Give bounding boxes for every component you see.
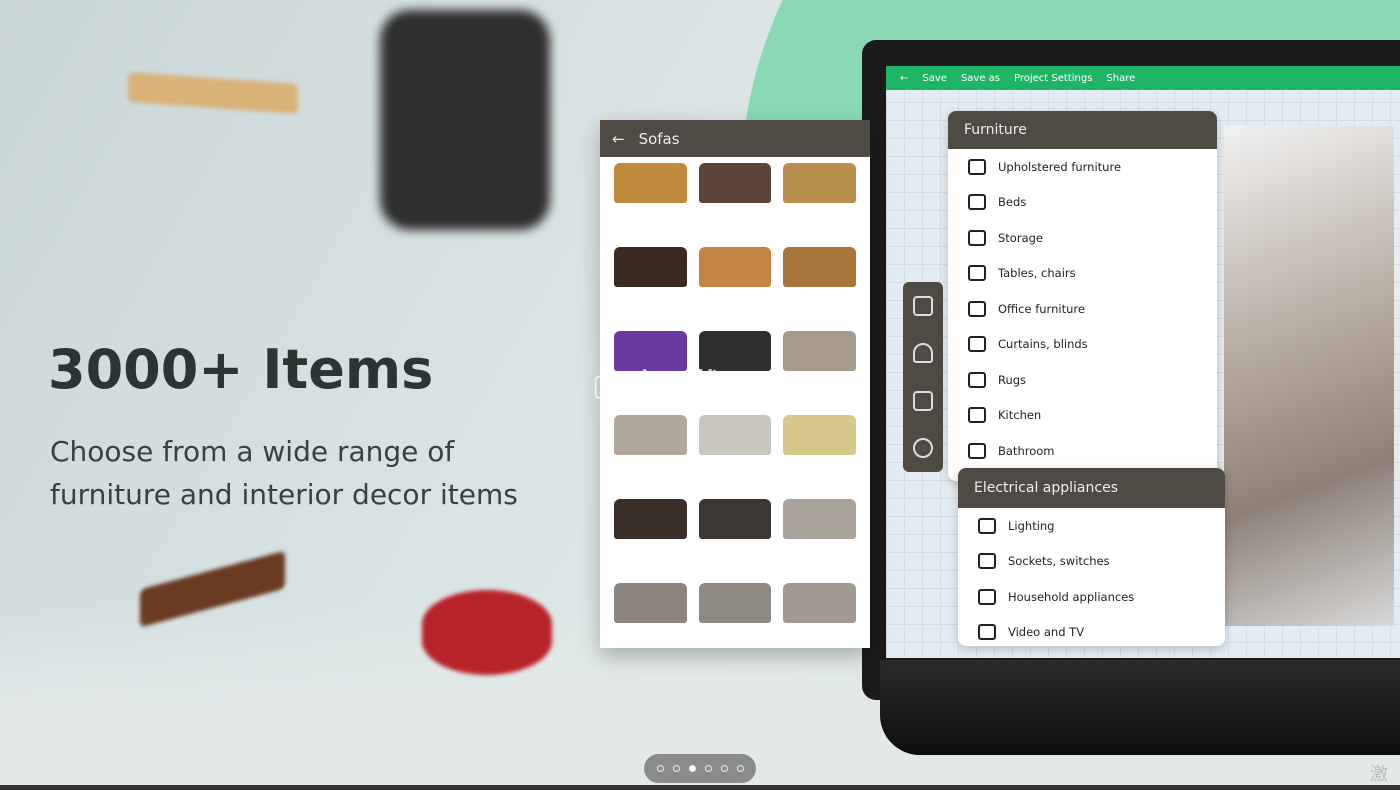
category-icon — [968, 407, 986, 424]
item-label: Kitchen — [998, 408, 1042, 423]
item-label: Bathroom — [998, 443, 1055, 458]
save-button[interactable]: Save — [922, 73, 947, 84]
category-icon — [978, 553, 996, 570]
category-icon — [978, 517, 996, 534]
sofa-thumbnail[interactable] — [614, 499, 687, 539]
item-label: Storage — [998, 230, 1043, 245]
category-icon — [968, 229, 986, 246]
sofa-thumbnail[interactable] — [614, 163, 687, 203]
sofa-thumbnail[interactable] — [783, 583, 856, 623]
laptop-keyboard — [880, 660, 1400, 755]
item-label: Household appliances — [1008, 589, 1135, 604]
headline: 3000+ Items — [48, 338, 434, 401]
sofa-thumbnail[interactable] — [698, 499, 772, 539]
carousel-dot[interactable] — [672, 765, 680, 772]
category-icon — [968, 300, 986, 317]
item-label: Tables, chairs — [998, 266, 1076, 281]
bottom-strip — [0, 785, 1400, 790]
category-icon — [968, 265, 986, 282]
furniture-item[interactable]: Beds — [948, 185, 1217, 221]
category-icon — [968, 194, 986, 211]
sofa-thumbnail[interactable] — [614, 415, 687, 455]
sofa-thumbnail[interactable] — [698, 583, 772, 623]
item-label: Office furniture — [998, 301, 1085, 316]
sofa-thumbnail[interactable] — [698, 247, 772, 287]
furniture-item[interactable]: Office furniture — [948, 291, 1217, 327]
sofa-thumbnail[interactable] — [698, 163, 772, 203]
window-icon[interactable] — [913, 343, 933, 364]
item-label: Curtains, blinds — [998, 337, 1088, 352]
item-label: Beds — [998, 195, 1027, 210]
project-settings-button[interactable]: Project Settings — [1014, 73, 1092, 84]
category-icon — [968, 442, 986, 459]
sofa-thumbnail[interactable] — [614, 583, 687, 623]
app-screen: ← Save Save as Project Settings Share Fu… — [886, 66, 1400, 658]
furniture-item[interactable]: Upholstered furniture — [948, 149, 1217, 185]
furniture-item[interactable]: Storage — [948, 220, 1217, 256]
carousel-indicator — [644, 754, 756, 783]
sofa-thumbnail[interactable] — [614, 247, 687, 287]
walls-icon[interactable] — [913, 295, 933, 316]
red-chair-image — [422, 590, 552, 675]
category-icon — [968, 371, 986, 388]
electrical-item[interactable]: Video and TV — [958, 615, 1225, 651]
carousel-dot[interactable] — [736, 765, 744, 772]
electrical-item[interactable]: Sockets, switches — [958, 544, 1225, 580]
3d-floorplan-render — [1224, 126, 1394, 626]
item-label: Rugs — [998, 372, 1027, 387]
tool-strip — [903, 282, 943, 472]
furniture-item[interactable]: Rugs — [948, 362, 1217, 398]
office-chair-image — [380, 10, 550, 230]
app-toolbar: ← Save Save as Project Settings Share — [886, 66, 1400, 90]
category-icon — [968, 336, 986, 353]
sofa-thumbnail[interactable] — [783, 247, 856, 287]
carousel-dot[interactable] — [704, 765, 712, 772]
watermark-logo: ▢ 安下载 — [592, 368, 721, 403]
sofa-thumbnail[interactable] — [783, 415, 856, 455]
back-arrow-icon[interactable]: ← — [612, 130, 625, 148]
furniture-title: Furniture — [948, 111, 1217, 149]
save-as-button[interactable]: Save as — [961, 73, 1000, 84]
item-label: Sockets, switches — [1008, 554, 1110, 569]
furniture-item[interactable]: Curtains, blinds — [948, 327, 1217, 363]
share-button[interactable]: Share — [1106, 73, 1135, 84]
furniture-item[interactable]: Kitchen — [948, 398, 1217, 434]
category-icon — [978, 624, 996, 641]
back-arrow-icon[interactable]: ← — [900, 73, 908, 84]
furniture-icon[interactable] — [913, 390, 933, 411]
item-label: Video and TV — [1008, 625, 1085, 640]
watermark-corner: 激 — [1370, 764, 1388, 785]
sofa-thumbnail[interactable] — [698, 415, 772, 455]
electrical-title: Electrical appliances — [958, 468, 1225, 508]
category-icon — [978, 588, 996, 605]
sofa-thumbnail[interactable] — [783, 331, 856, 371]
tree-icon[interactable] — [913, 438, 933, 459]
sofa-thumbnail[interactable] — [783, 163, 856, 203]
electrical-item[interactable]: Household appliances — [958, 579, 1225, 615]
carousel-dot[interactable] — [720, 765, 728, 772]
carousel-dot[interactable] — [688, 765, 696, 772]
sofa-thumbnail[interactable] — [783, 499, 856, 539]
subtitle: Choose from a wide range of furniture an… — [50, 435, 518, 511]
item-label: Upholstered furniture — [998, 159, 1122, 174]
category-icon — [968, 158, 986, 175]
item-label: Lighting — [1008, 518, 1055, 533]
furniture-panel: Furniture Upholstered furniture Beds Stora… — [948, 111, 1217, 481]
carousel-dot[interactable] — [656, 765, 664, 772]
furniture-item[interactable]: Tables, chairs — [948, 256, 1217, 292]
furniture-item[interactable]: Bathroom — [948, 433, 1217, 469]
electrical-item[interactable]: Lighting — [958, 508, 1225, 544]
sofas-title: Sofas — [638, 129, 680, 148]
electrical-panel: Electrical appliances Lighting Sockets, s… — [958, 468, 1225, 646]
